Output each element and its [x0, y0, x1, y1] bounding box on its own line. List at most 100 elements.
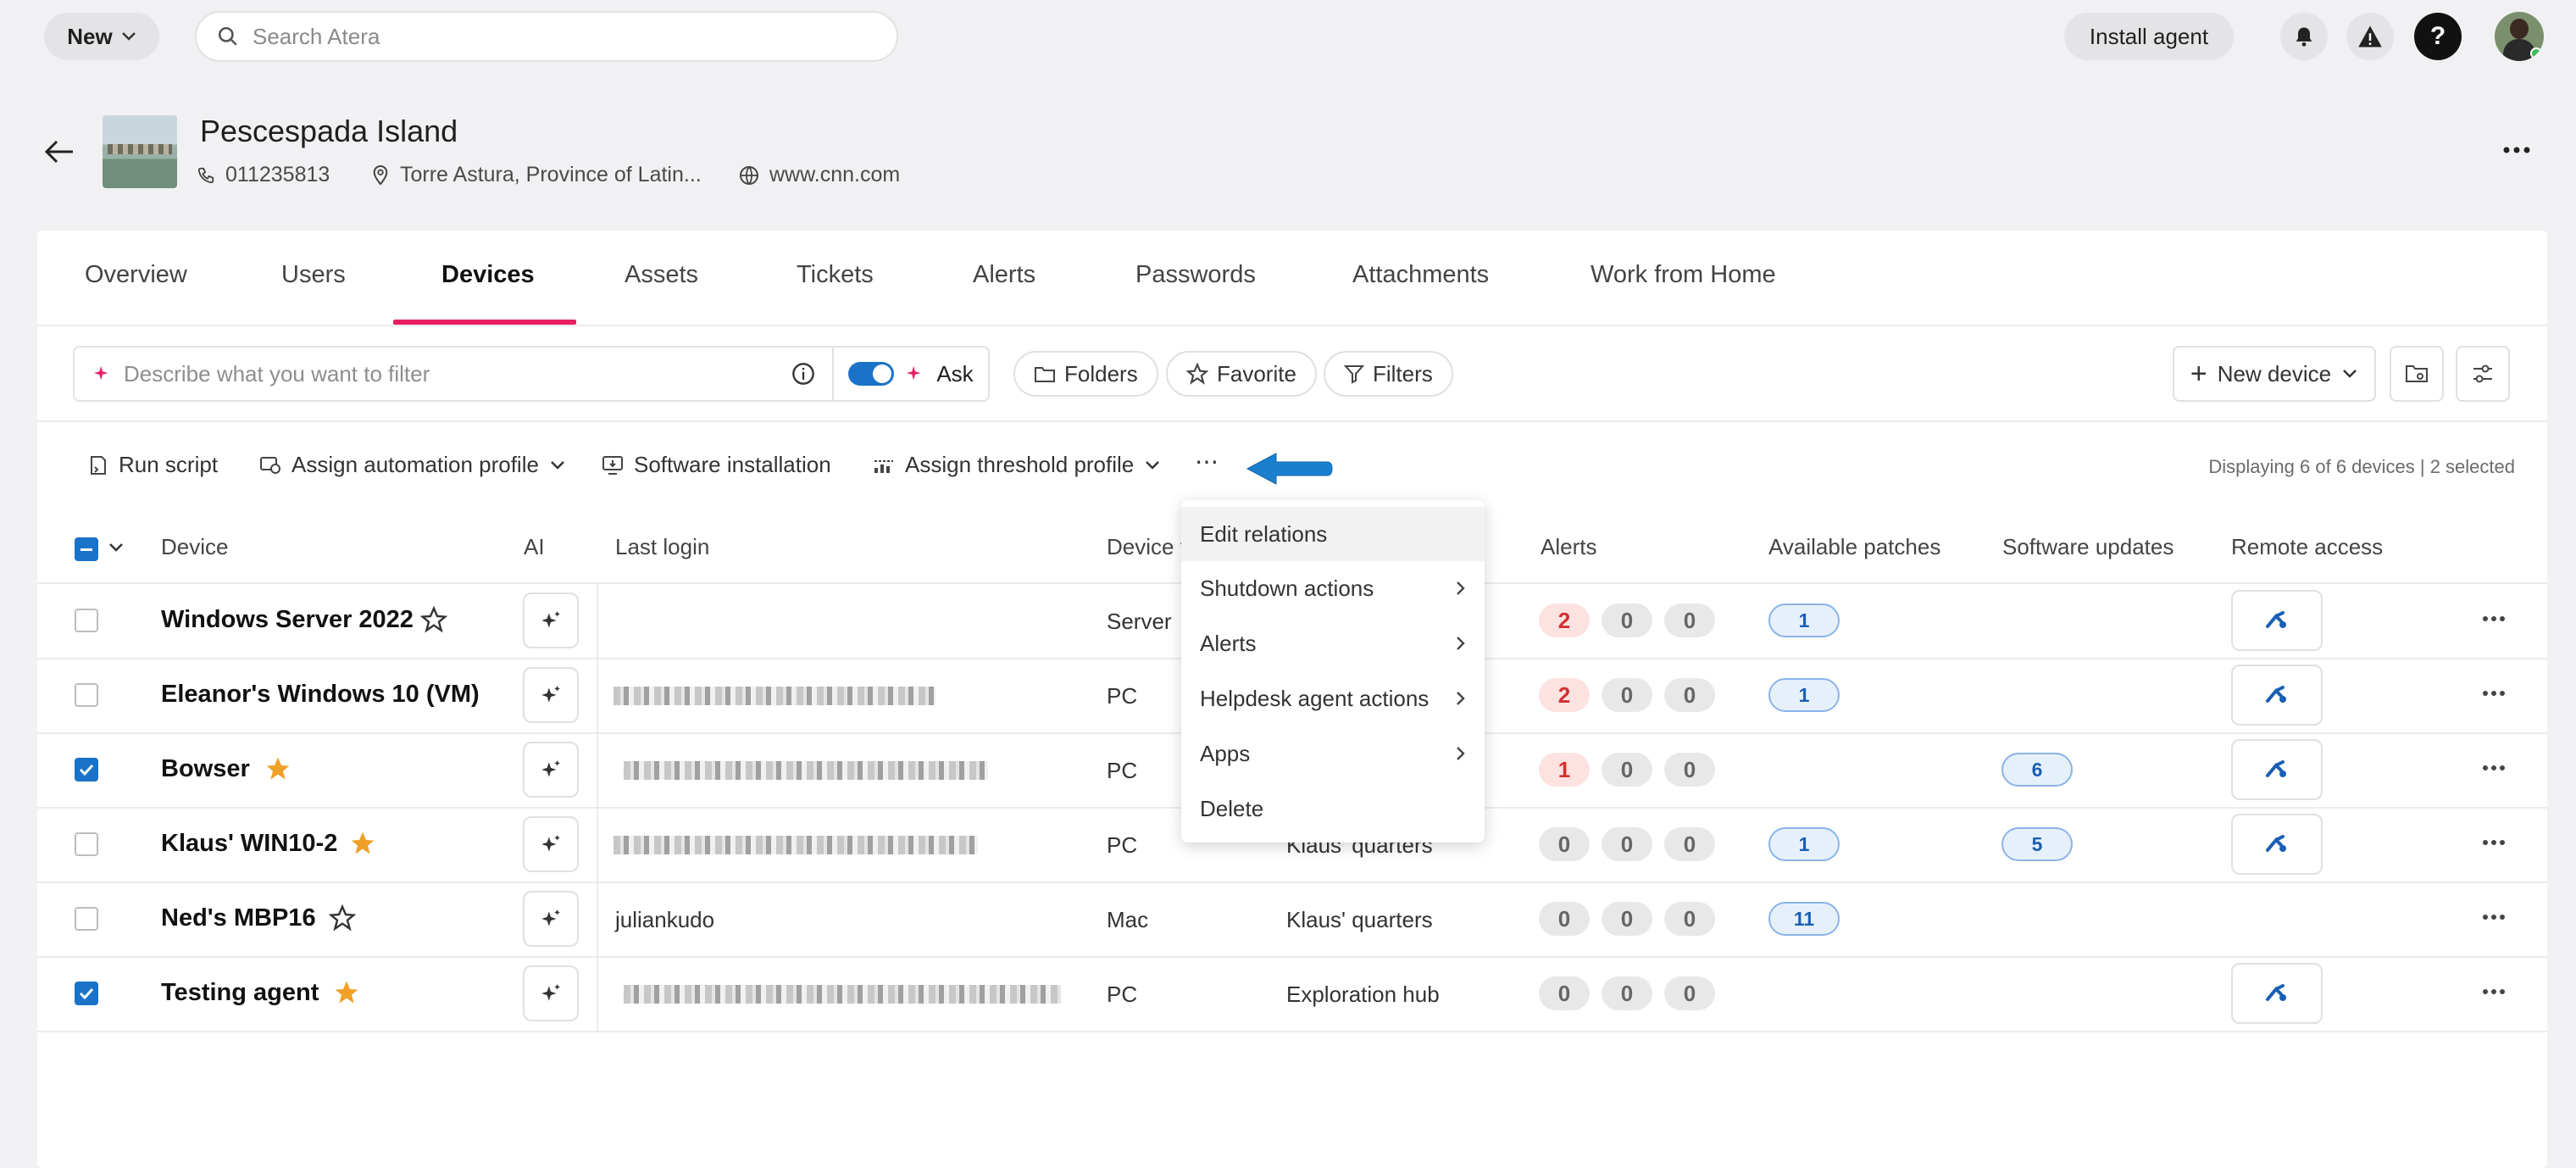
remote-access-button[interactable] — [2231, 814, 2323, 875]
column-settings-button[interactable] — [2456, 346, 2510, 402]
software-installation-button[interactable]: Software installation — [602, 452, 831, 478]
alert-warning-badge[interactable]: 0 — [1602, 603, 1652, 637]
row-more-icon[interactable] — [2481, 759, 2507, 776]
alert-info-badge[interactable]: 0 — [1664, 976, 1715, 1010]
folder-settings-button[interactable] — [2390, 346, 2444, 402]
column-remote-access[interactable]: Remote access — [2231, 534, 2383, 560]
remote-access-button[interactable] — [2231, 739, 2323, 800]
patches-badge[interactable]: 1 — [1768, 827, 1840, 861]
star-outline-icon[interactable] — [420, 606, 447, 633]
alert-critical-badge[interactable]: 0 — [1539, 902, 1590, 936]
star-filled-icon[interactable] — [264, 755, 291, 782]
row-checkbox[interactable] — [75, 683, 98, 707]
alert-warning-badge[interactable]: 0 — [1602, 753, 1652, 787]
column-device[interactable]: Device — [161, 534, 228, 560]
info-icon[interactable] — [791, 362, 815, 386]
ai-assistant-button[interactable] — [523, 742, 579, 798]
alert-warning-badge[interactable]: 0 — [1602, 678, 1652, 712]
search-input[interactable]: Search Atera — [195, 11, 898, 62]
filters-button[interactable]: Filters — [1324, 351, 1453, 397]
favorite-button[interactable]: Favorite — [1166, 351, 1317, 397]
patches-badge[interactable]: 1 — [1768, 678, 1840, 712]
star-filled-icon[interactable] — [349, 830, 376, 857]
patches-badge[interactable]: 11 — [1768, 902, 1840, 936]
alert-critical-badge[interactable]: 1 — [1539, 753, 1590, 787]
ai-assistant-button[interactable] — [523, 816, 579, 872]
customer-more-button[interactable] — [2500, 136, 2534, 169]
tab-attachments[interactable]: Attachments — [1352, 261, 1489, 289]
alert-critical-badge[interactable]: 2 — [1539, 603, 1590, 637]
alert-info-badge[interactable]: 0 — [1664, 827, 1715, 861]
alert-info-badge[interactable]: 0 — [1664, 753, 1715, 787]
ai-assistant-button[interactable] — [523, 667, 579, 723]
install-agent-button[interactable]: Install agent — [2064, 13, 2234, 60]
alert-warning-badge[interactable]: 0 — [1602, 827, 1652, 861]
remote-access-button[interactable] — [2231, 590, 2323, 651]
customer-website[interactable]: www.cnn.com — [739, 163, 900, 187]
tab-devices[interactable]: Devices — [441, 261, 535, 289]
tab-overview[interactable]: Overview — [85, 261, 187, 289]
more-actions-button[interactable]: ⋯ — [1195, 448, 1219, 476]
ai-filter-input[interactable]: Describe what you want to filter — [73, 346, 834, 402]
menu-item-apps[interactable]: Apps — [1181, 726, 1485, 781]
device-name[interactable]: Eleanor's Windows 10 (VM) — [161, 681, 480, 709]
software-updates-badge[interactable]: 5 — [2001, 827, 2073, 861]
run-script-button[interactable]: Run script — [88, 452, 218, 478]
assign-automation-profile-button[interactable]: Assign automation profile — [259, 452, 566, 478]
row-checkbox[interactable] — [75, 758, 98, 781]
row-checkbox[interactable] — [75, 609, 98, 632]
alert-warning-badge[interactable]: 0 — [1602, 976, 1652, 1010]
tab-alerts[interactable]: Alerts — [973, 261, 1035, 289]
avatar[interactable] — [2495, 12, 2544, 61]
select-all-checkbox[interactable] — [75, 537, 98, 561]
menu-item-edit-relations[interactable]: Edit relations — [1181, 507, 1485, 561]
tab-assets[interactable]: Assets — [625, 261, 698, 289]
alert-info-badge[interactable]: 0 — [1664, 603, 1715, 637]
device-name[interactable]: Testing agent — [161, 979, 319, 1007]
ask-toggle[interactable] — [848, 362, 895, 386]
star-filled-icon[interactable] — [333, 979, 360, 1006]
row-more-icon[interactable] — [2481, 685, 2507, 702]
alert-warning-badge[interactable]: 0 — [1602, 902, 1652, 936]
tab-users[interactable]: Users — [281, 261, 346, 289]
column-device-type[interactable]: Device t — [1107, 534, 1186, 560]
chevron-down-icon[interactable] — [108, 542, 124, 553]
row-more-icon[interactable] — [2481, 610, 2507, 627]
new-device-button[interactable]: + New device — [2173, 346, 2376, 402]
column-last-login[interactable]: Last login — [615, 534, 709, 560]
star-outline-icon[interactable] — [329, 904, 356, 932]
alert-info-badge[interactable]: 0 — [1664, 902, 1715, 936]
device-name[interactable]: Klaus' WIN10-2 — [161, 830, 337, 858]
column-software-updates[interactable]: Software updates — [2002, 534, 2174, 560]
row-more-icon[interactable] — [2481, 834, 2507, 851]
row-checkbox[interactable] — [75, 982, 98, 1005]
row-checkbox[interactable] — [75, 832, 98, 856]
menu-item-helpdesk-agent-actions[interactable]: Helpdesk agent actions — [1181, 671, 1485, 726]
row-more-icon[interactable] — [2481, 909, 2507, 926]
ai-assistant-button[interactable] — [523, 891, 579, 947]
tab-work-from-home[interactable]: Work from Home — [1591, 261, 1776, 289]
new-button[interactable]: New — [44, 13, 159, 60]
alert-critical-badge[interactable]: 0 — [1539, 827, 1590, 861]
patches-badge[interactable]: 1 — [1768, 603, 1840, 637]
device-name[interactable]: Ned's MBP16 — [161, 904, 316, 932]
menu-item-delete[interactable]: Delete — [1181, 781, 1485, 836]
notifications-button[interactable] — [2280, 13, 2328, 60]
tab-tickets[interactable]: Tickets — [797, 261, 874, 289]
back-button[interactable] — [44, 139, 75, 169]
alert-critical-badge[interactable]: 2 — [1539, 678, 1590, 712]
ai-assistant-button[interactable] — [523, 592, 579, 648]
assign-threshold-profile-button[interactable]: Assign threshold profile — [873, 452, 1161, 478]
remote-access-button[interactable] — [2231, 963, 2323, 1024]
folders-button[interactable]: Folders — [1013, 351, 1158, 397]
remote-access-button[interactable] — [2231, 665, 2323, 726]
tab-passwords[interactable]: Passwords — [1135, 261, 1256, 289]
alerts-button[interactable] — [2346, 13, 2394, 60]
column-available-patches[interactable]: Available patches — [1768, 534, 1940, 560]
column-alerts[interactable]: Alerts — [1541, 534, 1596, 560]
alert-critical-badge[interactable]: 0 — [1539, 976, 1590, 1010]
menu-item-shutdown-actions[interactable]: Shutdown actions — [1181, 561, 1485, 615]
help-button[interactable]: ? — [2414, 13, 2462, 60]
alert-info-badge[interactable]: 0 — [1664, 678, 1715, 712]
menu-item-alerts[interactable]: Alerts — [1181, 616, 1485, 670]
